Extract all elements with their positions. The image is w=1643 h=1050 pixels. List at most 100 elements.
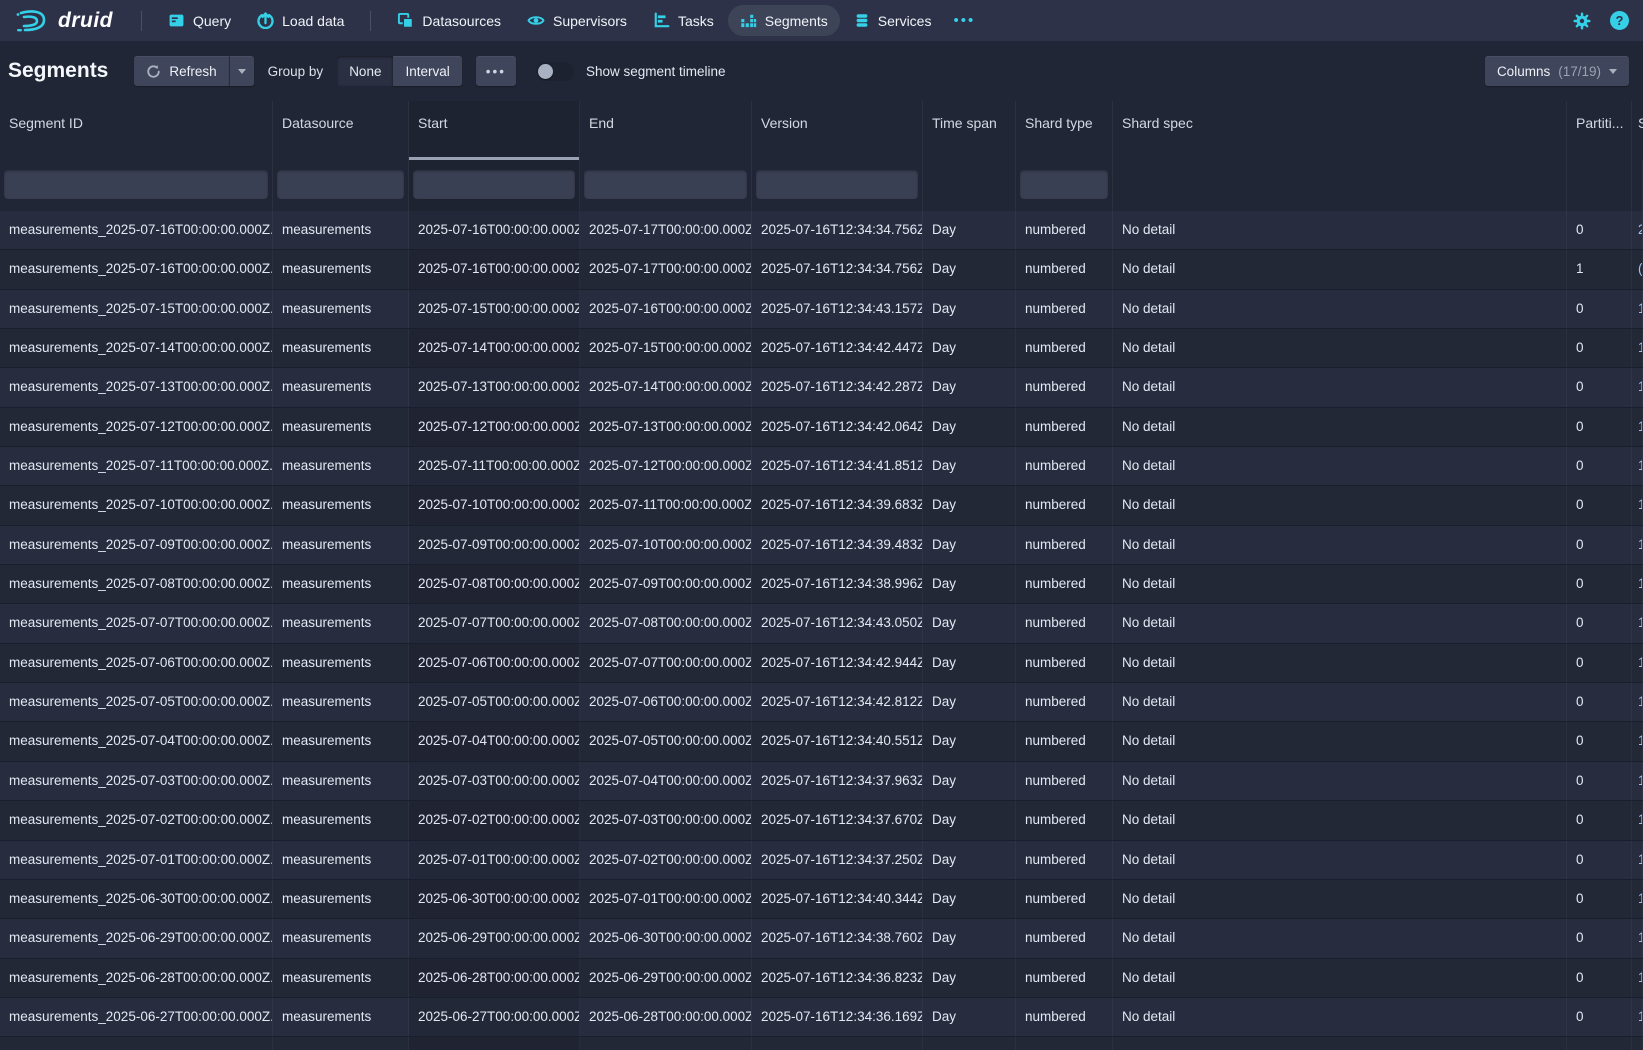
cell-end[interactable]: 2025-07-14T00:00:00.000Z <box>580 368 752 406</box>
cell-segment_id[interactable]: measurements_2025-07-04T00:00:00.000Z... <box>0 722 273 760</box>
table-row[interactable]: measurements_2025-06-26T00:00:00.000Z...… <box>0 1037 1643 1050</box>
cell-segment_id[interactable]: measurements_2025-07-14T00:00:00.000Z... <box>0 329 273 367</box>
cell-partition[interactable]: 0 <box>1567 762 1632 800</box>
cell-partition[interactable]: 0 <box>1567 841 1632 879</box>
refresh-button[interactable]: Refresh <box>134 56 228 86</box>
cell-end[interactable]: 2025-07-17T00:00:00.000Z <box>580 250 752 288</box>
table-row[interactable]: measurements_2025-06-29T00:00:00.000Z...… <box>0 919 1643 958</box>
cell-end[interactable]: 2025-07-03T00:00:00.000Z <box>580 801 752 839</box>
cell-size[interactable]: 1 <box>1632 919 1643 957</box>
filter-input-start[interactable] <box>413 170 575 199</box>
cell-partition[interactable]: 0 <box>1567 919 1632 957</box>
cell-partition[interactable]: 0 <box>1567 604 1632 642</box>
table-row[interactable]: measurements_2025-07-09T00:00:00.000Z...… <box>0 526 1643 565</box>
cell-shard_type[interactable]: numbered <box>1016 408 1113 446</box>
cell-shard_spec[interactable]: No detail <box>1113 722 1567 760</box>
cell-shard_type[interactable]: numbered <box>1016 1037 1113 1050</box>
cell-end[interactable]: 2025-07-13T00:00:00.000Z <box>580 408 752 446</box>
cell-segment_id[interactable]: measurements_2025-07-07T00:00:00.000Z... <box>0 604 273 642</box>
cell-time_span[interactable]: Day <box>923 486 1016 524</box>
cell-shard_spec[interactable]: No detail <box>1113 447 1567 485</box>
cell-size[interactable]: 1 <box>1632 644 1643 682</box>
cell-segment_id[interactable]: measurements_2025-06-30T00:00:00.000Z... <box>0 880 273 918</box>
cell-version[interactable]: 2025-07-16T12:34:38.760Z <box>752 919 923 957</box>
cell-time_span[interactable]: Day <box>923 683 1016 721</box>
cell-segment_id[interactable]: measurements_2025-06-27T00:00:00.000Z... <box>0 998 273 1036</box>
druid-logo[interactable]: druid <box>14 8 113 34</box>
cell-end[interactable]: 2025-07-04T00:00:00.000Z <box>580 762 752 800</box>
nav-item-tasks[interactable]: Tasks <box>641 5 726 36</box>
cell-time_span[interactable]: Day <box>923 368 1016 406</box>
cell-size[interactable]: 1 <box>1632 486 1643 524</box>
cell-time_span[interactable]: Day <box>923 762 1016 800</box>
table-row[interactable]: measurements_2025-07-11T00:00:00.000Z...… <box>0 447 1643 486</box>
cell-datasource[interactable]: measurements <box>273 919 409 957</box>
cell-datasource[interactable]: measurements <box>273 290 409 328</box>
nav-more-button[interactable]: ••• <box>945 5 983 36</box>
cell-size[interactable] <box>1632 1037 1643 1050</box>
cell-segment_id[interactable]: measurements_2025-07-08T00:00:00.000Z... <box>0 565 273 603</box>
cell-partition[interactable]: 0 <box>1567 408 1632 446</box>
cell-size[interactable]: 1 <box>1632 290 1643 328</box>
cell-shard_type[interactable]: numbered <box>1016 329 1113 367</box>
cell-time_span[interactable]: Day <box>923 526 1016 564</box>
cell-version[interactable]: 2025-07-16T12:34:42.287Z <box>752 368 923 406</box>
cell-partition[interactable]: 0 <box>1567 211 1632 249</box>
cell-shard_type[interactable]: numbered <box>1016 998 1113 1036</box>
cell-time_span[interactable]: Day <box>923 644 1016 682</box>
cell-partition[interactable]: 0 <box>1567 526 1632 564</box>
table-row[interactable]: measurements_2025-07-16T00:00:00.000Z...… <box>0 250 1643 289</box>
cell-size[interactable]: 1 <box>1632 841 1643 879</box>
cell-time_span[interactable]: Day <box>923 211 1016 249</box>
cell-version[interactable]: 2025-07-16T12:34:34.756Z <box>752 250 923 288</box>
cell-version[interactable]: 2025-07-16T12:34:39.483Z <box>752 526 923 564</box>
cell-shard_type[interactable]: numbered <box>1016 683 1113 721</box>
cell-segment_id[interactable]: measurements_2025-07-11T00:00:00.000Z... <box>0 447 273 485</box>
cell-shard_type[interactable]: numbered <box>1016 447 1113 485</box>
cell-size[interactable]: ( <box>1632 250 1643 288</box>
cell-partition[interactable]: 0 <box>1567 290 1632 328</box>
cell-version[interactable]: 2025-07-16T12:34:42.944Z <box>752 644 923 682</box>
cell-segment_id[interactable]: measurements_2025-07-16T00:00:00.000Z... <box>0 211 273 249</box>
toolbar-more-button[interactable]: ••• <box>476 56 516 86</box>
cell-start[interactable]: 2025-07-09T00:00:00.000Z <box>409 526 580 564</box>
cell-start[interactable]: 2025-07-04T00:00:00.000Z <box>409 722 580 760</box>
cell-size[interactable]: 1 <box>1632 408 1643 446</box>
table-row[interactable]: measurements_2025-07-03T00:00:00.000Z...… <box>0 762 1643 801</box>
cell-shard_spec[interactable]: No detail <box>1113 683 1567 721</box>
table-row[interactable]: measurements_2025-07-02T00:00:00.000Z...… <box>0 801 1643 840</box>
cell-segment_id[interactable]: measurements_2025-07-15T00:00:00.000Z... <box>0 290 273 328</box>
table-row[interactable]: measurements_2025-07-07T00:00:00.000Z...… <box>0 604 1643 643</box>
filter-input-segment_id[interactable] <box>4 170 268 199</box>
cell-datasource[interactable]: measurements <box>273 683 409 721</box>
refresh-interval-dropdown[interactable] <box>229 56 254 86</box>
cell-time_span[interactable]: Day <box>923 565 1016 603</box>
cell-shard_spec[interactable]: No detail <box>1113 644 1567 682</box>
cell-size[interactable]: 1 <box>1632 959 1643 997</box>
cell-shard_spec[interactable]: No detail <box>1113 408 1567 446</box>
cell-end[interactable]: 2025-07-02T00:00:00.000Z <box>580 841 752 879</box>
table-row[interactable]: measurements_2025-07-14T00:00:00.000Z...… <box>0 329 1643 368</box>
cell-version[interactable]: 2025-07-16T12:34:36.169Z <box>752 998 923 1036</box>
cell-version[interactable]: 2025-07-16T12:34:36.823Z <box>752 959 923 997</box>
cell-end[interactable]: 2025-06-30T00:00:00.000Z <box>580 919 752 957</box>
cell-shard_spec[interactable]: No detail <box>1113 880 1567 918</box>
table-row[interactable]: measurements_2025-07-10T00:00:00.000Z...… <box>0 486 1643 525</box>
cell-shard_spec[interactable]: No detail <box>1113 604 1567 642</box>
cell-version[interactable]: 2025-07-16T12:34:37.250Z <box>752 841 923 879</box>
cell-end[interactable]: 2025-07-06T00:00:00.000Z <box>580 683 752 721</box>
cell-datasource[interactable]: measurements <box>273 486 409 524</box>
cell-end[interactable]: 2025-07-11T00:00:00.000Z <box>580 486 752 524</box>
table-row[interactable]: measurements_2025-06-28T00:00:00.000Z...… <box>0 959 1643 998</box>
cell-version[interactable]: 2025-07-16T12:34:43.157Z <box>752 290 923 328</box>
cell-end[interactable]: 2025-07-05T00:00:00.000Z <box>580 722 752 760</box>
cell-shard_spec[interactable]: No detail <box>1113 762 1567 800</box>
table-row[interactable]: measurements_2025-06-30T00:00:00.000Z...… <box>0 880 1643 919</box>
cell-shard_type[interactable]: numbered <box>1016 722 1113 760</box>
cell-datasource[interactable]: measurements <box>273 998 409 1036</box>
cell-shard_type[interactable]: numbered <box>1016 919 1113 957</box>
nav-item-datasources[interactable]: Datasources <box>385 5 513 36</box>
column-header-end[interactable]: End <box>580 101 752 160</box>
nav-item-supervisors[interactable]: Supervisors <box>515 5 639 36</box>
cell-shard_spec[interactable]: No detail <box>1113 290 1567 328</box>
